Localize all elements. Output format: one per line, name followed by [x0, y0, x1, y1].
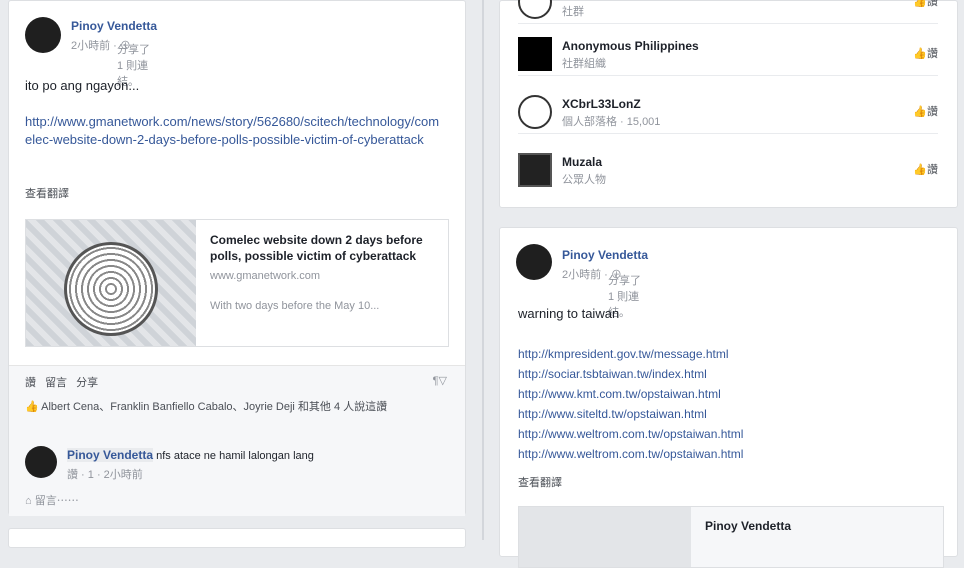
url-link[interactable]: http://www.weltrom.com.tw/opstaiwan.html: [518, 444, 743, 464]
post-actions: 讚 留言 分享: [25, 374, 104, 390]
timeline-divider: [482, 0, 484, 540]
link-domain: www.gmanetwork.com: [210, 270, 321, 282]
see-translation-link[interactable]: 查看翻譯: [25, 185, 69, 201]
page-category: 個人部落格 · 15,001: [562, 116, 661, 128]
post-link[interactable]: http://www.gmanetwork.com/news/story/562…: [25, 113, 445, 149]
like-page-button[interactable]: 👍讚: [913, 45, 938, 61]
page-category: 社群: [562, 6, 584, 18]
post-text: ito po ang ngayon...: [25, 78, 140, 93]
page-avatar: [518, 37, 552, 71]
page-name[interactable]: XCbrL33LonZ: [562, 97, 641, 111]
page-avatar: [518, 0, 552, 19]
page-name[interactable]: Anonymous Philippines: [562, 39, 699, 53]
author-name[interactable]: Pinoy Vendetta: [562, 248, 648, 262]
post-card-left: Pinoy Vendetta 分享了 1 則連結。 2小時前 · ⊕ ito p…: [8, 0, 466, 516]
page-avatar: [518, 95, 552, 129]
page-category: 公眾人物: [562, 174, 606, 186]
author-name[interactable]: Pinoy Vendetta: [71, 19, 157, 33]
page-name[interactable]: Muzala: [562, 155, 602, 169]
avatar[interactable]: [25, 17, 61, 53]
suggestion-item[interactable]: Muzala 公眾人物 👍讚: [518, 151, 938, 191]
like-button[interactable]: 讚: [25, 377, 36, 389]
thumbs-up-icon: 👍: [913, 48, 927, 60]
post-header: Pinoy Vendetta 分享了 1 則連結。 2小時前 · ⊕: [25, 15, 445, 88]
link-thumbnail: [26, 220, 196, 346]
comment-author[interactable]: Pinoy Vendetta: [67, 448, 154, 462]
next-post-card: [8, 528, 466, 548]
post-footer: 讚 留言 分享 ¶▽ 👍 Albert Cena、Franklin Banfie…: [9, 365, 465, 516]
url-list: http://kmpresident.gov.tw/message.html h…: [518, 344, 743, 464]
comelec-seal-icon: [64, 242, 158, 336]
thumbs-up-icon: 👍: [913, 164, 927, 176]
post-header: Pinoy Vendetta 分享了 1 則連結。 2小時前 · ⊕: [516, 242, 936, 319]
post-timestamp[interactable]: 2小時前 · ⊕: [562, 266, 622, 282]
url-link[interactable]: http://www.siteltd.tw/opstaiwan.html: [518, 404, 743, 424]
thumbs-up-icon: 👍: [25, 401, 42, 413]
comment: Pinoy Vendetta nfs atace ne hamil lalong…: [25, 444, 445, 484]
thumbs-up-icon: 👍: [913, 0, 927, 8]
post-timestamp[interactable]: 2小時前 · ⊕: [71, 37, 131, 53]
shared-thumbnail: [519, 507, 691, 567]
suggestions-card: 社群 👍讚 Anonymous Philippines 社群組織 👍讚 XCbr…: [499, 0, 958, 208]
shared-page-card[interactable]: Pinoy Vendetta: [518, 506, 944, 568]
write-comment-input[interactable]: ⌂ 留言⋯⋯: [25, 492, 79, 508]
likes-summary[interactable]: 👍 Albert Cena、Franklin Banfiello Cabalo、…: [25, 400, 445, 415]
post-card-right: Pinoy Vendetta 分享了 1 則連結。 2小時前 · ⊕ warni…: [499, 227, 958, 568]
suggestion-item[interactable]: Anonymous Philippines 社群組織 👍讚: [518, 35, 938, 76]
comment-button[interactable]: 留言: [45, 377, 67, 389]
translate-icon[interactable]: ¶▽: [433, 374, 447, 387]
url-link[interactable]: http://www.kmt.com.tw/opstaiwan.html: [518, 384, 743, 404]
camera-icon: ⌂: [25, 495, 35, 507]
like-page-button[interactable]: 👍讚: [913, 0, 938, 9]
post-text: warning to taiwan: [518, 306, 620, 321]
like-page-button[interactable]: 👍讚: [913, 103, 938, 119]
avatar[interactable]: [25, 446, 57, 478]
url-link[interactable]: http://sociar.tsbtaiwan.tw/index.html: [518, 364, 743, 384]
url-link[interactable]: http://www.weltrom.com.tw/opstaiwan.html: [518, 424, 743, 444]
comment-meta[interactable]: 讚 · 1 · 2小時前: [67, 466, 143, 482]
page-avatar: [518, 153, 552, 187]
post-body: ito po ang ngayon... http://www.gmanetwo…: [25, 77, 445, 167]
see-translation-link[interactable]: 查看翻譯: [518, 474, 562, 490]
link-title: Comelec website down 2 days before polls…: [210, 233, 423, 263]
page-category: 社群組織: [562, 58, 606, 70]
share-button[interactable]: 分享: [76, 377, 98, 389]
suggestion-item[interactable]: XCbrL33LonZ 個人部落格 · 15,001 👍讚: [518, 93, 938, 134]
link-description: With two days before the May 10...: [210, 300, 380, 312]
comment-text: nfs atace ne hamil lalongan lang: [156, 450, 314, 462]
link-preview-card[interactable]: Comelec website down 2 days before polls…: [25, 219, 449, 347]
suggestion-item[interactable]: 社群 👍讚: [518, 0, 938, 24]
thumbs-up-icon: 👍: [913, 106, 927, 118]
shared-page-name[interactable]: Pinoy Vendetta: [705, 519, 791, 533]
url-link[interactable]: http://kmpresident.gov.tw/message.html: [518, 344, 743, 364]
avatar[interactable]: [516, 244, 552, 280]
like-page-button[interactable]: 👍讚: [913, 161, 938, 177]
